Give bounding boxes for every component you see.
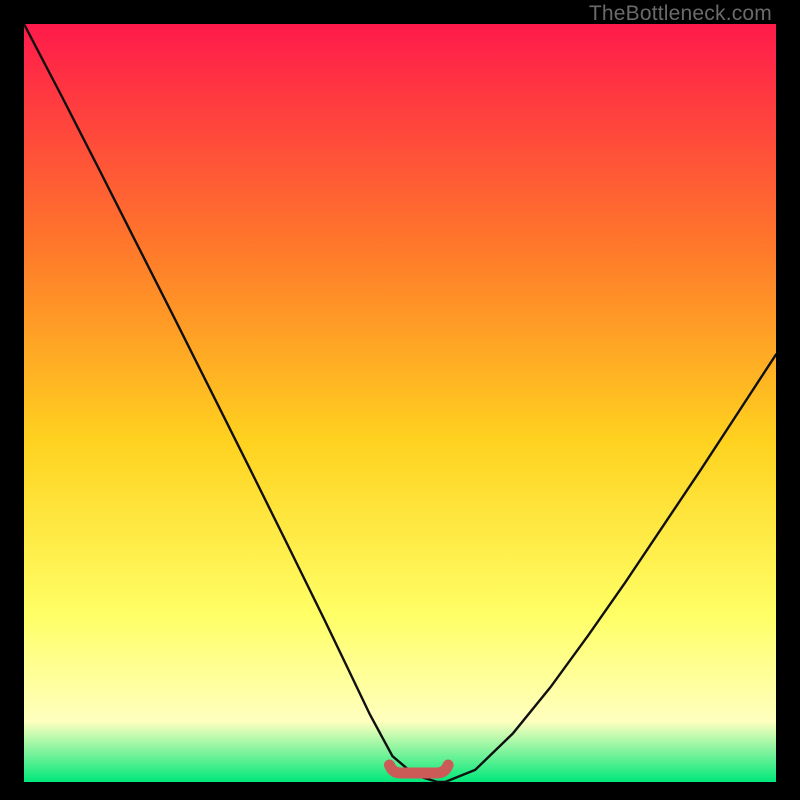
chart-frame (24, 24, 776, 782)
watermark-text: TheBottleneck.com (589, 2, 772, 26)
chart-canvas (24, 24, 776, 782)
gradient-background (24, 24, 776, 782)
